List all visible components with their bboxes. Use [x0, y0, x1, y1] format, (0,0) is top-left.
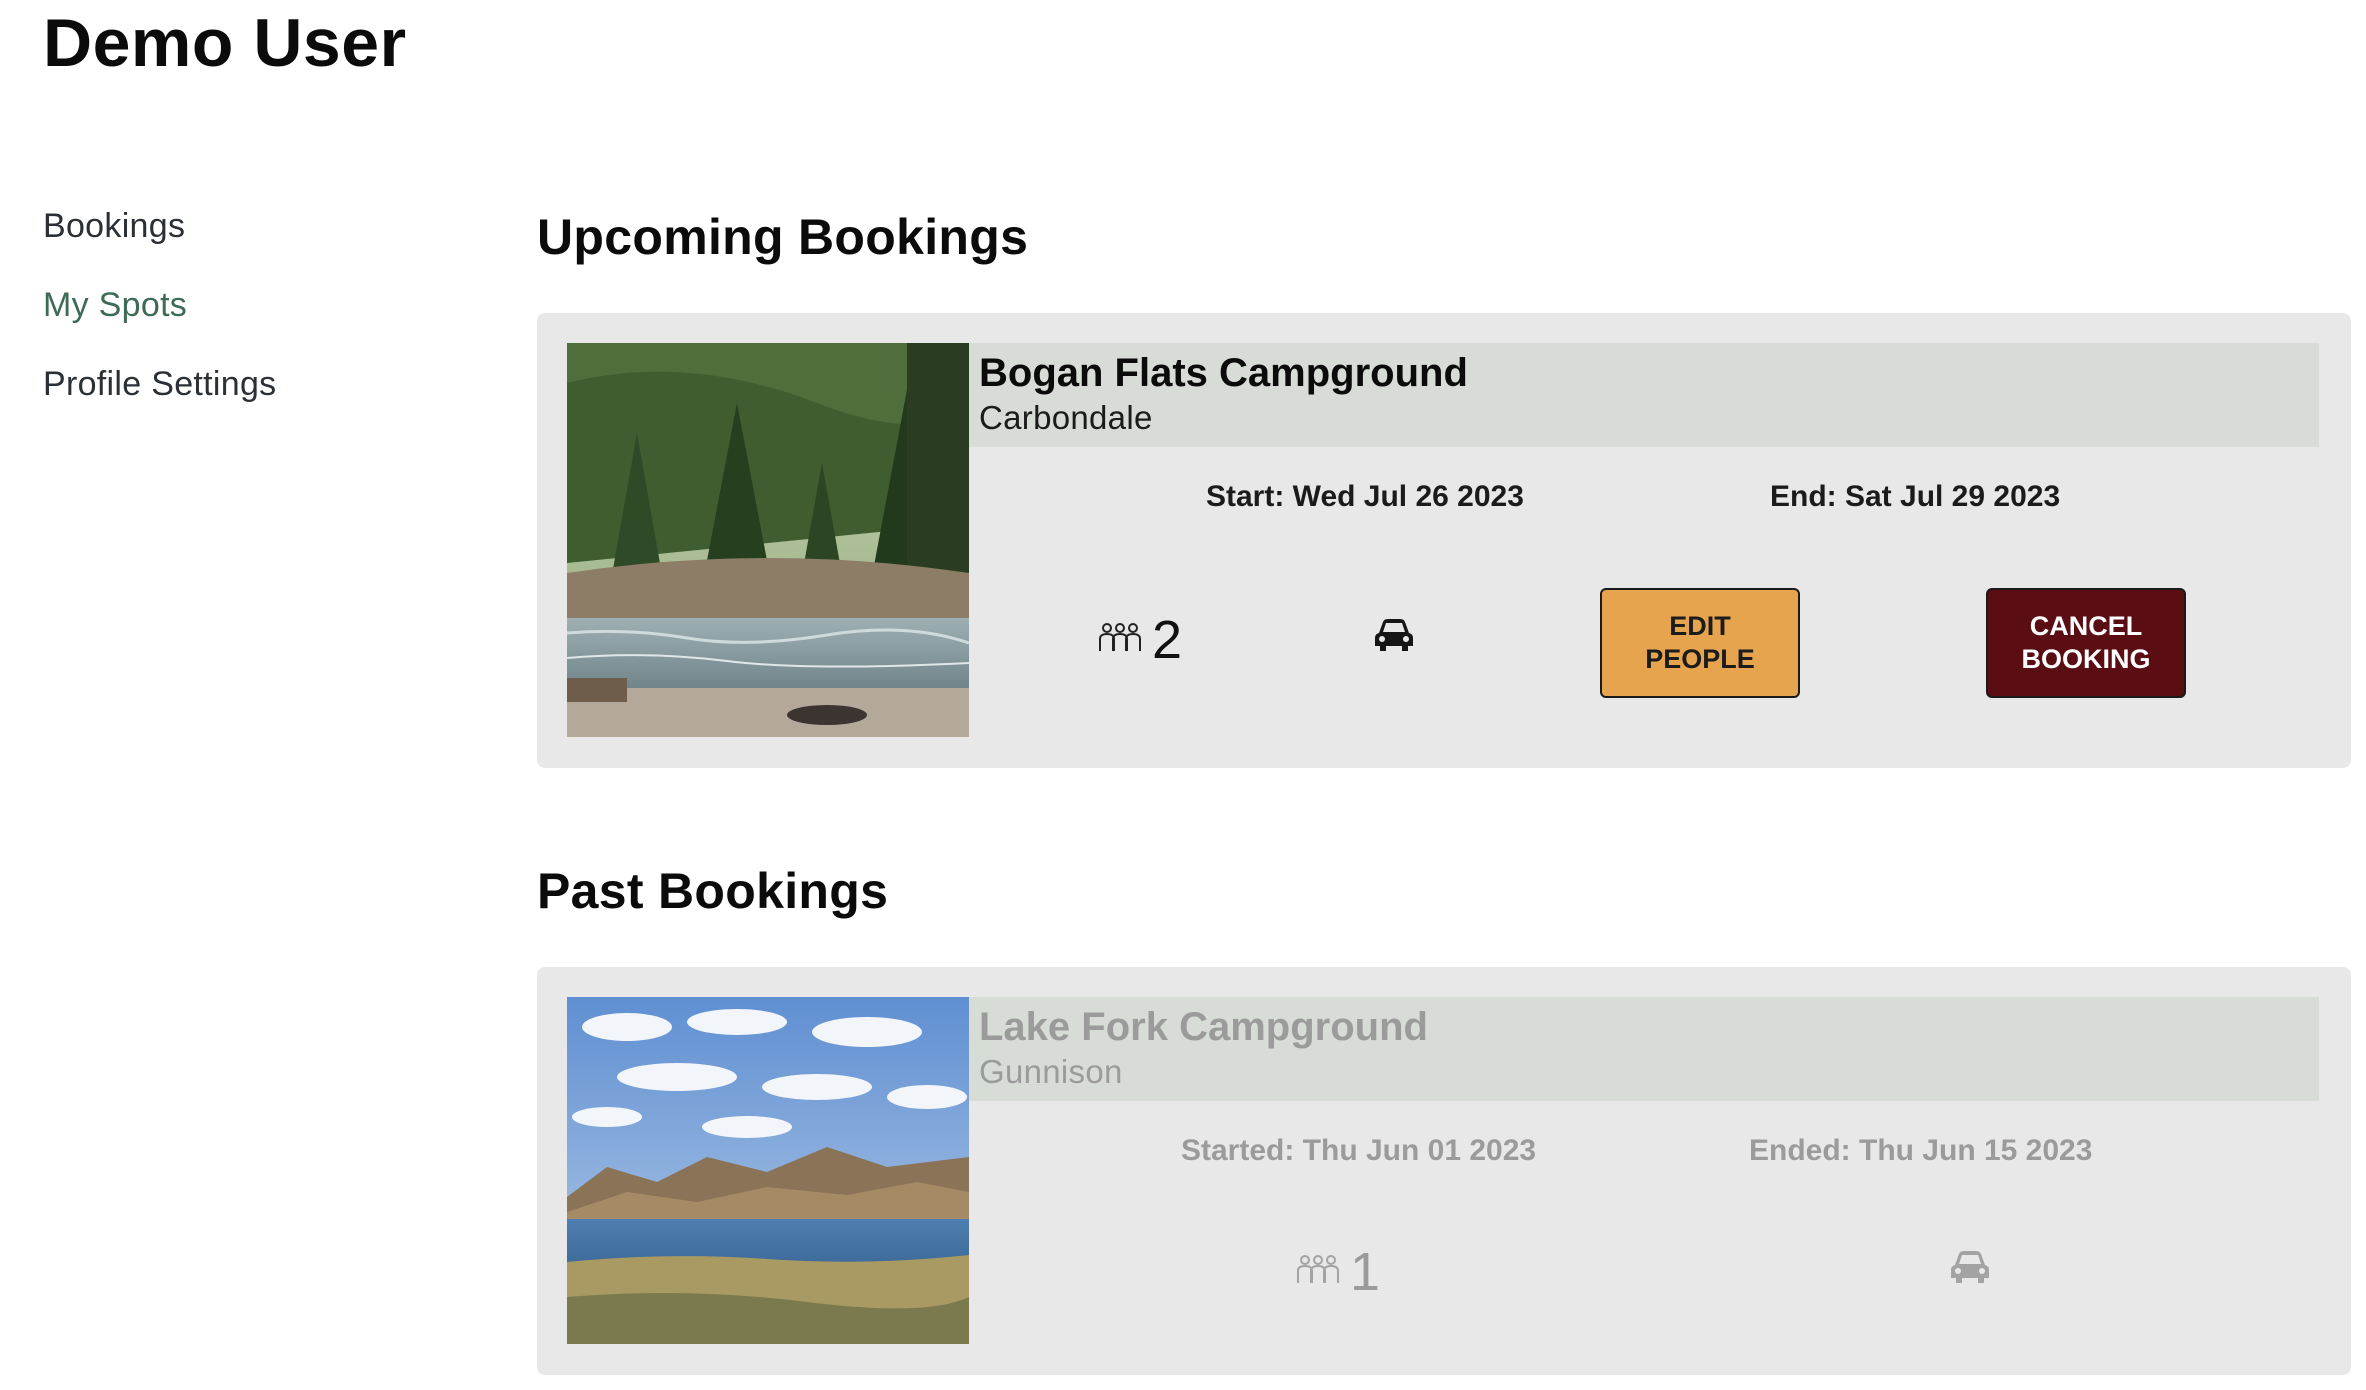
- booking-end-date: End: Sat Jul 29 2023: [1770, 480, 2061, 513]
- people-count-value: 1: [1350, 1242, 1381, 1302]
- sidebar-item-my-spots[interactable]: My Spots: [43, 285, 463, 325]
- page-title: Demo User: [43, 5, 407, 81]
- people-count: 1: [1296, 1245, 1380, 1299]
- booking-header: Lake Fork Campground Gunnison: [969, 997, 2319, 1101]
- campground-name[interactable]: Bogan Flats Campground: [979, 351, 1468, 396]
- people-icon: [1296, 1253, 1340, 1292]
- booking-start-date: Start: Wed Jul 26 2023: [1206, 480, 1524, 513]
- past-booking-card: Lake Fork Campground Gunnison Started: T…: [537, 967, 2351, 1375]
- people-count-value: 2: [1152, 610, 1183, 670]
- sidebar-item-bookings[interactable]: Bookings: [43, 206, 463, 246]
- campground-name[interactable]: Lake Fork Campground: [979, 1005, 1428, 1050]
- booking-start-date: Started: Thu Jun 01 2023: [1181, 1134, 1537, 1167]
- campground-city: Carbondale: [979, 399, 1153, 436]
- car-icon: [1949, 1249, 1991, 1290]
- past-bookings-heading: Past Bookings: [537, 863, 889, 919]
- booking-end-date: Ended: Thu Jun 15 2023: [1749, 1134, 2093, 1167]
- booking-header: Bogan Flats Campground Carbondale: [969, 343, 2319, 447]
- upcoming-booking-card: Bogan Flats Campground Carbondale Start:…: [537, 313, 2351, 768]
- people-icon: [1098, 621, 1142, 660]
- car-icon: [1373, 617, 1415, 658]
- campground-city: Gunnison: [979, 1053, 1123, 1090]
- sidebar-item-profile-settings[interactable]: Profile Settings: [43, 364, 463, 404]
- upcoming-bookings-heading: Upcoming Bookings: [537, 209, 1029, 265]
- people-count: 2: [1098, 613, 1182, 667]
- sidebar: Bookings My Spots Profile Settings: [43, 206, 463, 443]
- campground-photo: [567, 343, 969, 737]
- cancel-booking-button[interactable]: CANCEL BOOKING: [1986, 588, 2186, 698]
- campground-photo: [567, 997, 969, 1344]
- edit-people-button[interactable]: EDIT PEOPLE: [1600, 588, 1800, 698]
